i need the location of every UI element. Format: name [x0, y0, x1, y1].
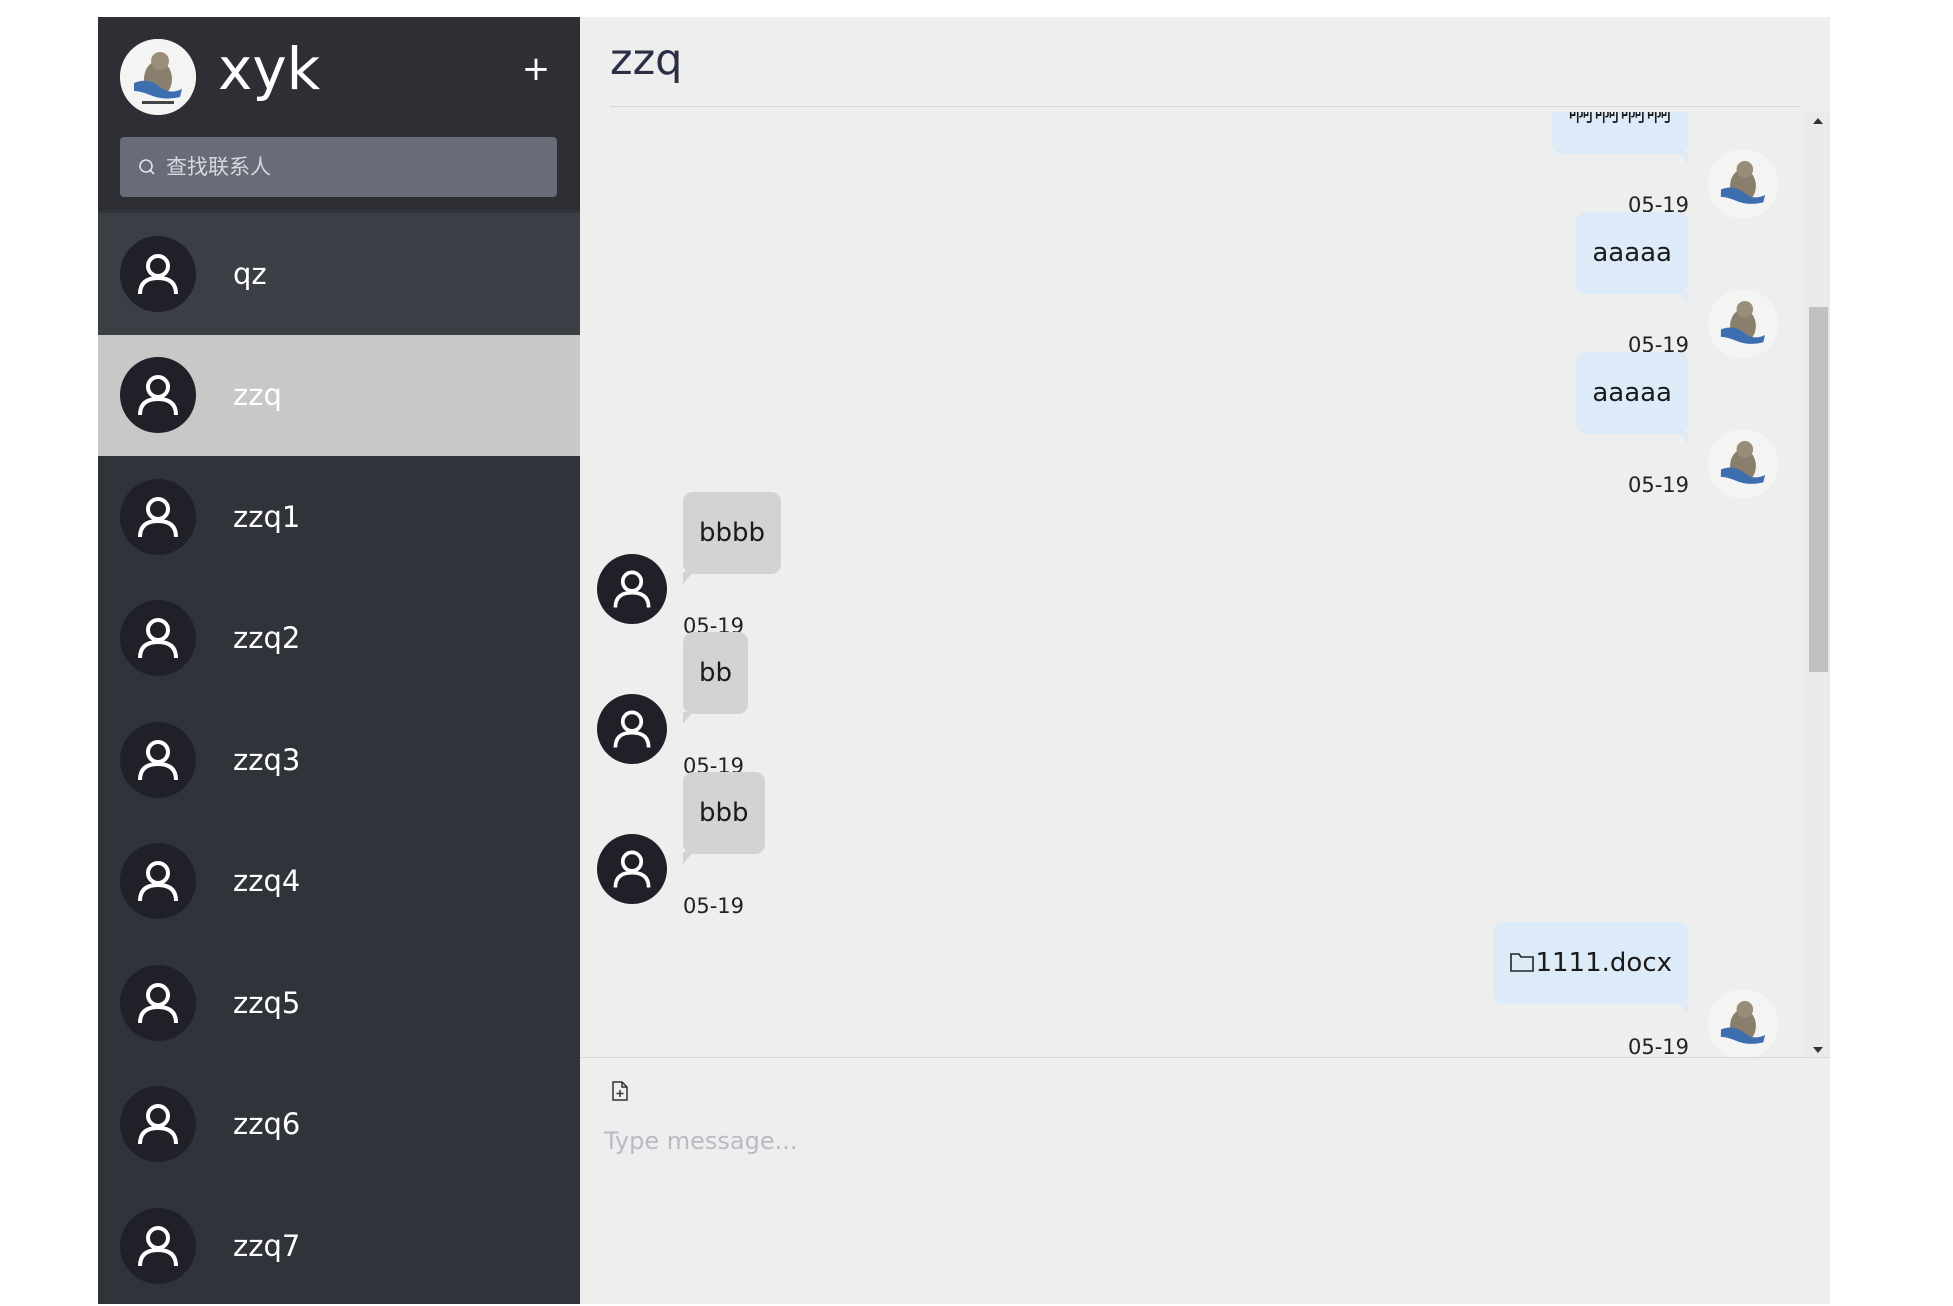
scroll-up-arrow-icon[interactable] — [1813, 118, 1823, 124]
contact-name: zzq5 — [233, 985, 301, 1020]
contact-item-zzq2[interactable]: zzq2 — [98, 578, 580, 700]
sender-avatar — [1708, 289, 1778, 359]
contact-item-zzq4[interactable]: zzq4 — [98, 821, 580, 943]
squirrel-avatar-icon — [1708, 429, 1778, 499]
message-time: 05-19 — [1627, 473, 1689, 497]
sidebar-header: xyk + — [98, 17, 580, 210]
contact-name: zzq4 — [233, 864, 301, 899]
user-icon — [613, 710, 651, 748]
contact-name: zzq1 — [233, 499, 301, 534]
contact-item-zzq3[interactable]: zzq3 — [98, 699, 580, 821]
message-time: 05-19 — [1627, 1035, 1689, 1057]
contact-item-zzq6[interactable]: zzq6 — [98, 1064, 580, 1186]
divider — [580, 1057, 1830, 1058]
user-icon — [120, 721, 196, 798]
contact-item-zzq1[interactable]: zzq1 — [98, 456, 580, 578]
message-time: 05-19 — [683, 894, 745, 918]
user-icon — [613, 570, 651, 608]
message-bubble-file[interactable]: 1111.docx — [1493, 922, 1688, 1014]
message-bubble-sent: aaaaa — [1576, 212, 1688, 304]
squirrel-avatar-icon — [1708, 289, 1778, 359]
squirrel-avatar-icon — [1708, 149, 1778, 219]
search-contacts-input[interactable] — [158, 137, 557, 197]
user-icon — [120, 843, 196, 920]
squirrel-avatar-icon — [1708, 989, 1778, 1057]
user-icon — [120, 478, 196, 555]
contact-name: zzq2 — [233, 621, 301, 656]
sender-avatar — [1708, 149, 1778, 219]
chat-title: zzq — [610, 35, 683, 85]
contact-item-qz[interactable]: qz — [98, 213, 580, 335]
message-list[interactable]: 啊啊啊啊 05-19 aaaaa 05-19 aaaaa 05-19 bbbb … — [580, 112, 1805, 1057]
message-bubble-received: bb — [683, 632, 749, 724]
message-bubble-received: bbb — [683, 772, 765, 864]
user-icon — [120, 235, 196, 312]
sender-avatar — [1708, 429, 1778, 499]
contact-name: zzq3 — [233, 742, 301, 777]
contact-list: qz zzq zzq1 zzq2 zzq3 zzq4 zzq5 zzq6 zzq… — [98, 213, 580, 1304]
my-username: xyk — [218, 35, 321, 103]
divider — [610, 106, 1800, 107]
message-bubble-received: bbbb — [683, 492, 782, 584]
contact-item-zzq5[interactable]: zzq5 — [98, 942, 580, 1064]
chat-app: xyk + qz zzq zzq1 — [98, 17, 1830, 1304]
sender-avatar — [1708, 989, 1778, 1057]
message-bubble-sent: 啊啊啊啊 — [1551, 112, 1689, 164]
attach-file-icon[interactable] — [610, 1080, 634, 1104]
add-contact-button[interactable]: + — [518, 51, 554, 87]
contact-avatar — [597, 554, 667, 624]
user-icon — [120, 357, 196, 434]
contact-item-zzq[interactable]: zzq — [98, 334, 580, 456]
user-icon — [120, 964, 196, 1041]
contact-name: qz — [233, 256, 267, 291]
scroll-down-arrow-icon[interactable] — [1813, 1047, 1823, 1053]
contact-name: zzq — [233, 378, 282, 413]
contact-avatar — [597, 834, 667, 904]
message-input[interactable] — [600, 1117, 1800, 1287]
message-bubble-sent: aaaaa — [1576, 352, 1688, 444]
message-scrollbar[interactable] — [1805, 112, 1830, 1057]
contact-item-zzq7[interactable]: zzq7 — [98, 1185, 580, 1304]
contact-name: zzq6 — [233, 1107, 301, 1142]
scrollbar-thumb[interactable] — [1809, 307, 1828, 672]
sidebar: xyk + qz zzq zzq1 — [98, 17, 580, 1304]
contact-name: zzq7 — [233, 1228, 301, 1263]
squirrel-avatar-icon — [120, 39, 196, 115]
contact-avatar — [597, 694, 667, 764]
user-icon — [120, 1207, 196, 1284]
contact-search — [120, 137, 557, 197]
user-icon — [120, 1086, 196, 1163]
my-avatar[interactable] — [120, 39, 196, 115]
search-icon — [136, 156, 158, 178]
user-icon — [613, 850, 651, 888]
folder-icon — [1510, 953, 1535, 972]
user-icon — [120, 600, 196, 677]
chat-panel: zzq 啊啊啊啊 05-19 aaaaa 05-19 aaaaa 05-19 b… — [580, 17, 1830, 1304]
